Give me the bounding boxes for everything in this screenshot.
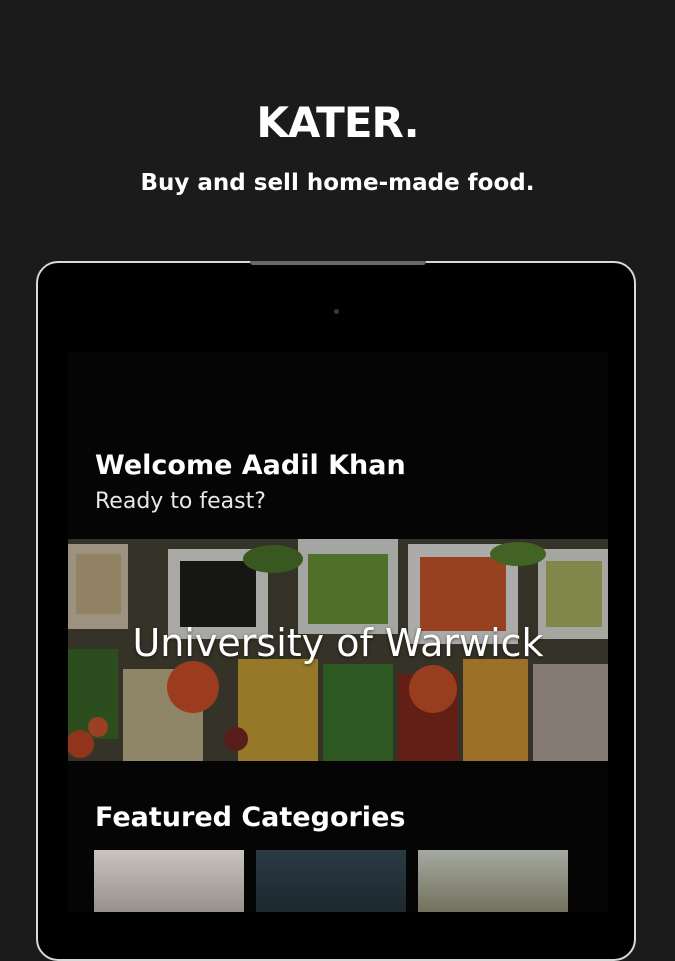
welcome-title: Welcome Aadil Khan — [95, 450, 406, 481]
campus-name: University of Warwick — [132, 621, 544, 665]
brand-logo: KATER. — [256, 98, 419, 147]
device-notch — [250, 261, 426, 265]
category-tile[interactable] — [94, 850, 244, 912]
category-tile[interactable] — [418, 850, 568, 912]
welcome-subtitle: Ready to feast? — [95, 489, 266, 514]
category-tile[interactable] — [256, 850, 406, 912]
tagline: Buy and sell home-made food. — [140, 170, 535, 196]
camera-icon — [334, 309, 339, 314]
campus-banner[interactable]: University of Warwick — [68, 539, 608, 761]
app-screen: Welcome Aadil Khan Ready to feast? Unive… — [68, 352, 608, 912]
featured-categories-title: Featured Categories — [95, 802, 406, 833]
